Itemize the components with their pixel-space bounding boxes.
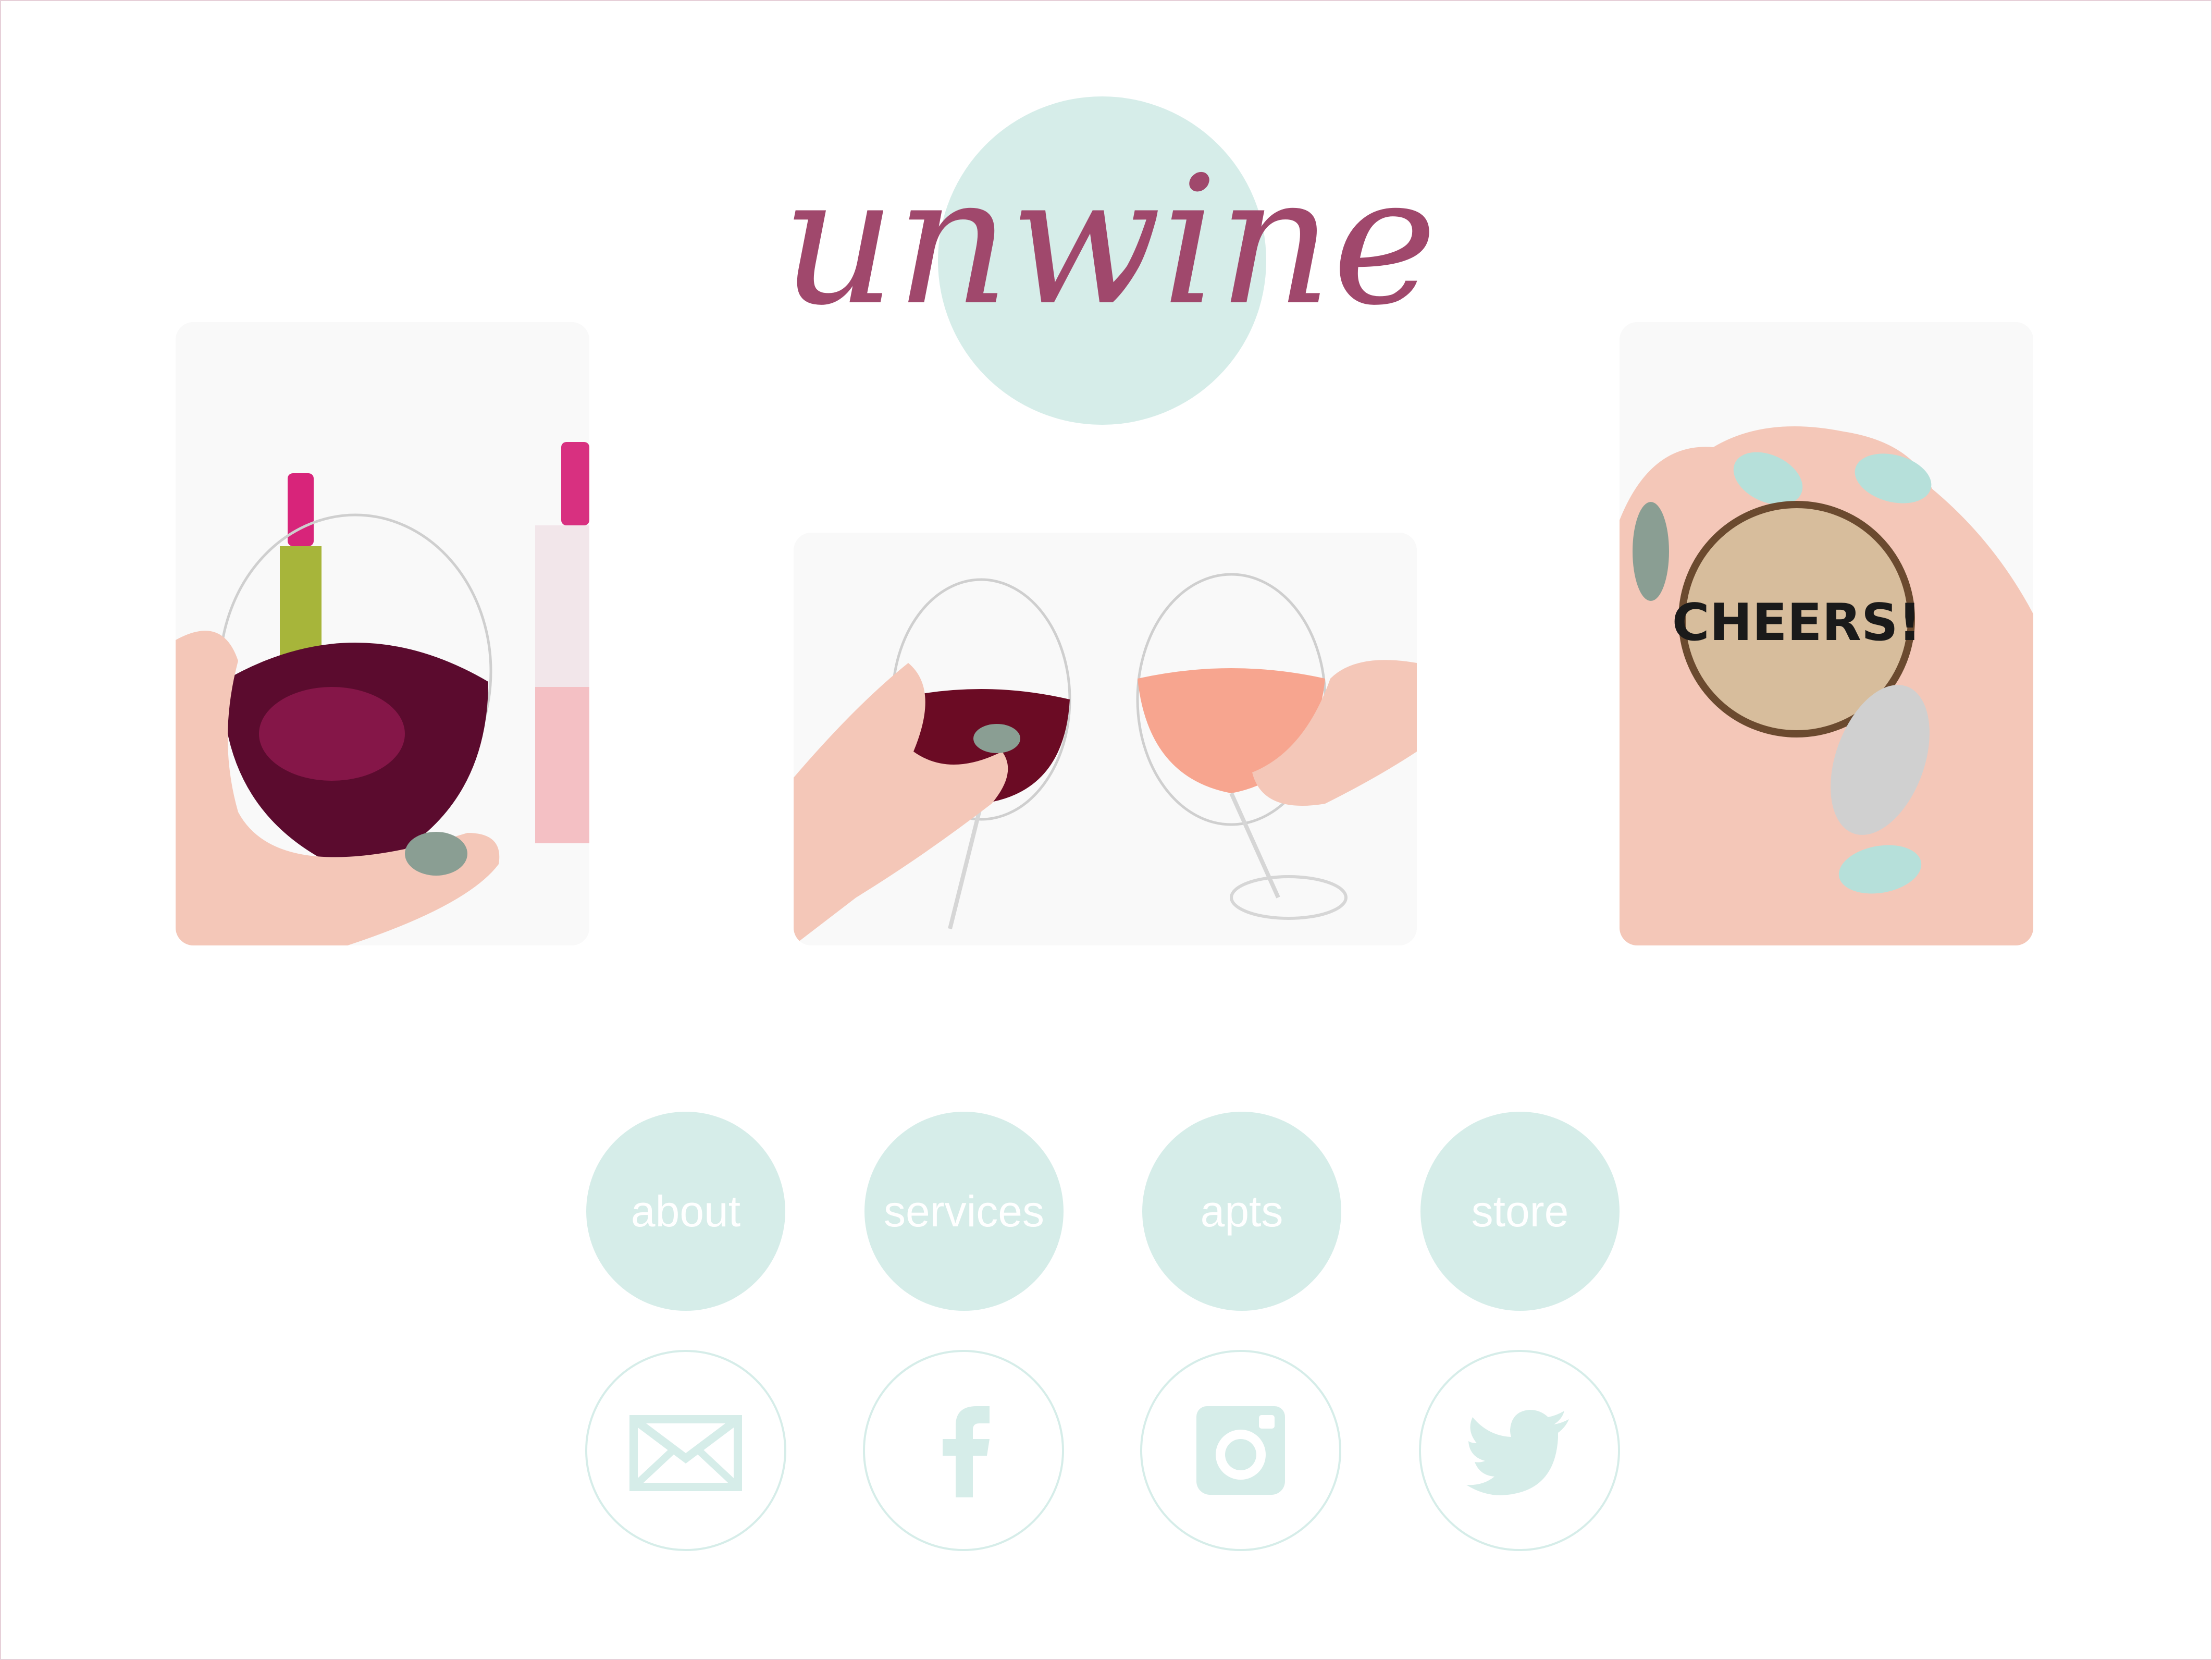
photo-wine-toast [794,533,1417,945]
email-link[interactable] [585,1350,786,1551]
nav-about-button[interactable]: about [586,1112,785,1311]
nav-services-button[interactable]: services [864,1112,1064,1311]
nav-store-button[interactable]: store [1420,1112,1620,1311]
logo[interactable]: unwined [771,146,1438,334]
facebook-icon [943,1406,990,1497]
instagram-link[interactable] [1140,1350,1341,1551]
facebook-link[interactable] [863,1350,1064,1551]
logo-text: unwined [782,146,1438,334]
photo-red-wine-glass [176,322,589,945]
instagram-icon [1196,1406,1285,1495]
twitter-icon [1466,1410,1569,1495]
email-icon [629,1415,742,1491]
nav-apts-button[interactable]: apts [1142,1112,1341,1311]
cheers-token-text: CHEERS! [1672,593,1922,653]
twitter-link[interactable] [1419,1350,1620,1551]
photo-cheers-token: CHEERS! [1620,322,2033,945]
